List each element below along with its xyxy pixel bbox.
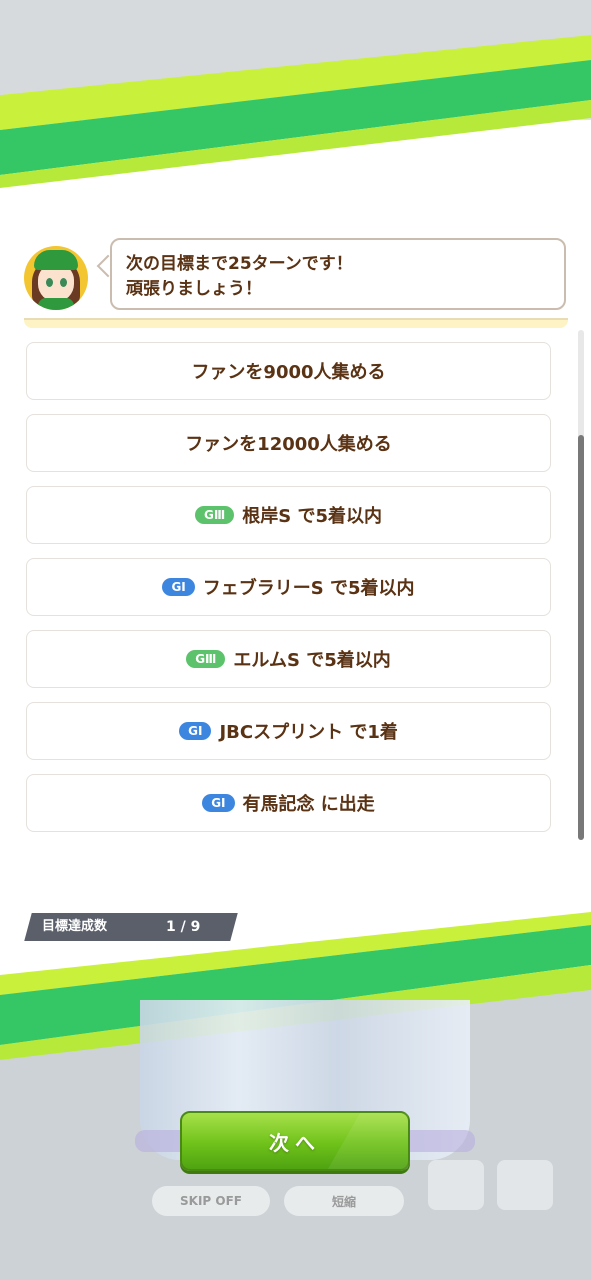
grade-badge: GⅠ <box>162 578 195 596</box>
goal-item: GⅠ フェブラリーS で5着以内 <box>26 558 551 616</box>
goal-text: ファンを12000人集める <box>185 434 392 455</box>
speech-line-1: 次の目標まで25ターンです！ <box>126 254 353 274</box>
next-button[interactable]: 次へ <box>180 1111 410 1171</box>
grade-badge: GⅠ <box>179 722 212 740</box>
goal-item: GⅠ 有馬記念 に出走 <box>26 774 551 832</box>
menu-icon[interactable] <box>497 1160 553 1210</box>
goal-item: ファンを12000人集める <box>26 414 551 472</box>
scrollbar-thumb[interactable] <box>578 435 584 840</box>
skip-toggle-label: SKIP OFF <box>180 1194 242 1208</box>
goal-text: ファンを9000人集める <box>191 362 386 383</box>
list-header-divider <box>24 318 568 328</box>
grade-badge: GⅠ <box>202 794 235 812</box>
shorten-label: 短縮 <box>331 1194 356 1209</box>
goal-text: フェブラリーS で5着以内 <box>202 578 415 599</box>
goal-text: 有馬記念 に出走 <box>242 794 375 815</box>
goal-text: JBCスプリント で1着 <box>219 722 398 743</box>
progress-value: 1 / 9 <box>166 919 201 935</box>
log-icon[interactable] <box>428 1160 484 1210</box>
goal-item: GⅠ JBCスプリント で1着 <box>26 702 551 760</box>
speech-bubble: 次の目標まで25ターンです！ 頑張りましょう！ <box>110 238 566 310</box>
progress-label: 目標達成数 <box>42 919 108 934</box>
speech-line-2: 頑張りましょう！ <box>126 279 262 299</box>
goal-text: 根岸S で5着以内 <box>242 506 382 527</box>
goal-item: GⅢ 根岸S で5着以内 <box>26 486 551 544</box>
skip-toggle-button[interactable]: SKIP OFF <box>152 1186 270 1216</box>
next-button-label: 次へ <box>269 1130 321 1155</box>
trainer-avatar <box>24 246 88 310</box>
grade-badge: GⅢ <box>186 650 226 668</box>
shorten-button[interactable]: 短縮 <box>284 1186 404 1216</box>
goal-text: エルムS で5着以内 <box>233 650 391 671</box>
grade-badge: GⅢ <box>195 506 235 524</box>
goal-item: ファンを9000人集める <box>26 342 551 400</box>
goal-item: GⅢ エルムS で5着以内 <box>26 630 551 688</box>
